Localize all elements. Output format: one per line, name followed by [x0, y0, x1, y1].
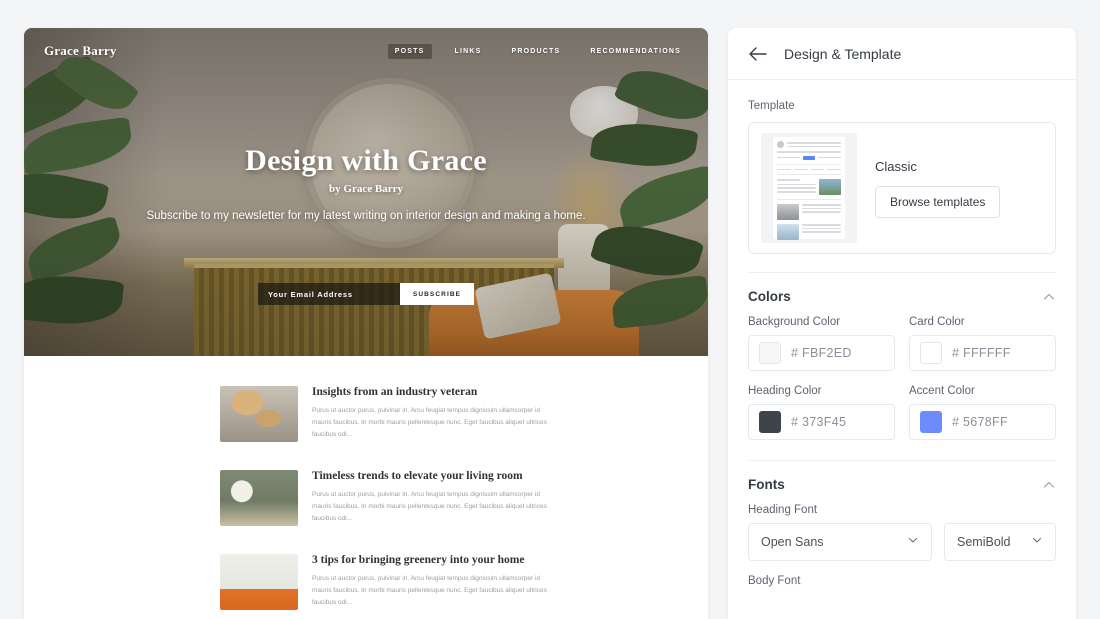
background-color-label: Background Color: [748, 316, 841, 328]
nav-link-links[interactable]: LINKS: [448, 44, 489, 59]
card-color-value: # FFFFFF: [952, 346, 1011, 360]
background-color-swatch[interactable]: [759, 342, 781, 364]
chevron-up-icon[interactable]: [1042, 290, 1056, 304]
post-thumbnail: [220, 554, 298, 610]
heading-color-input[interactable]: # 373F45: [748, 404, 895, 440]
heading-font-label: Heading Font: [748, 504, 818, 516]
nav-links: POSTS LINKS PRODUCTS RECOMMENDATIONS: [387, 43, 688, 59]
panel-header: Design & Template: [728, 28, 1076, 80]
heading-font-select[interactable]: Open Sans: [748, 523, 932, 561]
subscribe-row: Your Email Address SUBSCRIBE: [24, 283, 708, 305]
accent-color-input[interactable]: # 5678FF: [909, 404, 1056, 440]
card-color-label: Card Color: [909, 316, 965, 328]
fonts-section-title: Fonts: [748, 477, 785, 492]
fonts-section-header[interactable]: Fonts: [748, 461, 1056, 498]
body-font-label: Body Font: [748, 575, 801, 587]
page-title: Design & Template: [784, 45, 902, 62]
colors-section-title: Colors: [748, 289, 791, 304]
post-thumbnail: [220, 386, 298, 442]
colors-row-2: Heading Color # 373F45 Accent Color # 56…: [748, 385, 1056, 440]
hero-content: Design with Grace by Grace Barry Subscri…: [24, 144, 708, 225]
heading-font-value: Open Sans: [761, 535, 824, 549]
heading-font-row: Open Sans SemiBold: [748, 523, 1056, 561]
brand-logo[interactable]: Grace Barry: [44, 43, 117, 59]
post-item[interactable]: 3 tips for bringing greenery into your h…: [24, 554, 708, 610]
hero-title: Design with Grace: [245, 144, 487, 177]
post-title[interactable]: 3 tips for bringing greenery into your h…: [312, 554, 558, 566]
post-item[interactable]: Timeless trends to elevate your living r…: [24, 470, 708, 526]
chevron-down-icon[interactable]: [907, 533, 919, 551]
background-color-value: # FBF2ED: [791, 346, 852, 360]
post-title[interactable]: Insights from an industry veteran: [312, 386, 558, 398]
design-template-screen: Grace Barry POSTS LINKS PRODUCTS RECOMME…: [0, 0, 1100, 619]
chevron-down-icon[interactable]: [1031, 533, 1043, 551]
background-color-field: Background Color # FBF2ED: [748, 316, 895, 371]
heading-color-label: Heading Color: [748, 385, 822, 397]
background-color-input[interactable]: # FBF2ED: [748, 335, 895, 371]
email-input[interactable]: Your Email Address: [258, 283, 400, 305]
post-excerpt: Purus ut auctor purus, pulvinar in. Arcu…: [312, 491, 547, 523]
nav-link-recommendations[interactable]: RECOMMENDATIONS: [583, 44, 688, 59]
subscribe-form: Your Email Address SUBSCRIBE: [258, 283, 474, 305]
template-name: Classic: [875, 158, 917, 174]
template-section-label: Template: [748, 100, 795, 112]
colors-row-1: Background Color # FBF2ED Card Color # F…: [748, 316, 1056, 371]
accent-color-field: Accent Color # 5678FF: [909, 385, 1056, 440]
post-excerpt: Purus ut auctor purus, pulvinar in. Arcu…: [312, 407, 547, 439]
preview-navbar: Grace Barry POSTS LINKS PRODUCTS RECOMME…: [24, 28, 708, 74]
post-list: Insights from an industry veteran Purus …: [24, 356, 708, 610]
hero-section: Grace Barry POSTS LINKS PRODUCTS RECOMME…: [24, 28, 708, 356]
chevron-up-icon[interactable]: [1042, 478, 1056, 492]
post-thumbnail: [220, 470, 298, 526]
accent-color-swatch[interactable]: [920, 411, 942, 433]
newsletter-preview: Grace Barry POSTS LINKS PRODUCTS RECOMME…: [24, 28, 708, 619]
card-color-swatch[interactable]: [920, 342, 942, 364]
nav-link-products[interactable]: PRODUCTS: [505, 44, 568, 59]
hero-byline: by Grace Barry: [329, 183, 403, 195]
hero-description: Subscribe to my newsletter for my latest…: [146, 210, 586, 222]
template-card[interactable]: Classic Browse templates: [748, 122, 1056, 254]
card-color-field: Card Color # FFFFFF: [909, 316, 1056, 371]
colors-section-header[interactable]: Colors: [748, 273, 1056, 310]
heading-weight-value: SemiBold: [957, 535, 1011, 549]
settings-panel: Design & Template Template Classic Brows…: [728, 28, 1076, 619]
accent-color-value: # 5678FF: [952, 415, 1008, 429]
newsletter-preview-thumbnail: [761, 133, 857, 243]
post-item[interactable]: Insights from an industry veteran Purus …: [24, 386, 708, 442]
heading-color-field: Heading Color # 373F45: [748, 385, 895, 440]
heading-color-swatch[interactable]: [759, 411, 781, 433]
subscribe-button[interactable]: SUBSCRIBE: [400, 283, 474, 305]
heading-weight-select[interactable]: SemiBold: [944, 523, 1056, 561]
panel-body: Template Classic Browse templates Colors…: [728, 100, 1076, 587]
browse-templates-button[interactable]: Browse templates: [875, 185, 1001, 218]
arrow-left-icon[interactable]: [748, 44, 768, 64]
post-title[interactable]: Timeless trends to elevate your living r…: [312, 470, 558, 482]
post-excerpt: Purus ut auctor purus, pulvinar in. Arcu…: [312, 575, 547, 607]
card-color-input[interactable]: # FFFFFF: [909, 335, 1056, 371]
heading-color-value: # 373F45: [791, 415, 847, 429]
accent-color-label: Accent Color: [909, 385, 975, 397]
nav-link-posts[interactable]: POSTS: [387, 43, 432, 59]
